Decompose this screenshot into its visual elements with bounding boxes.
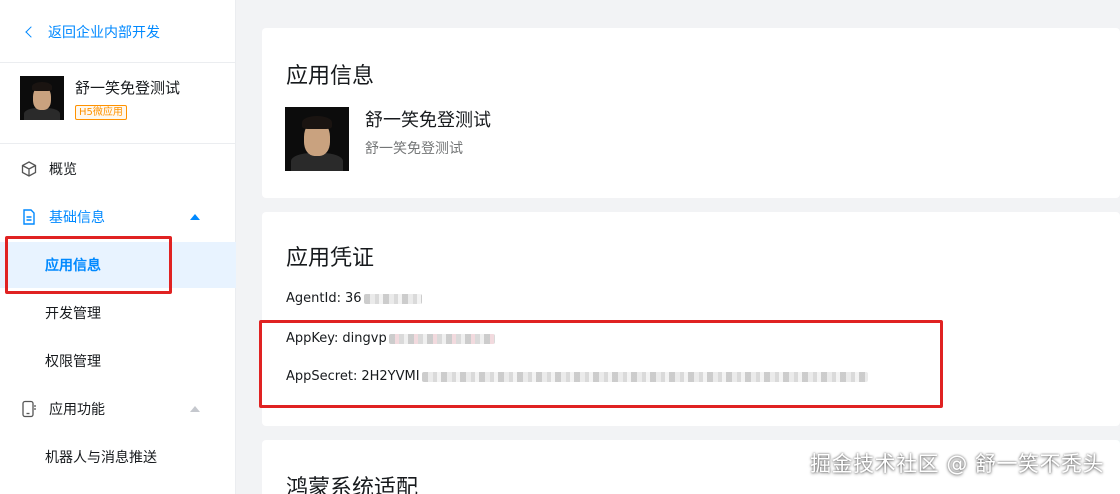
sidebar-item-bot-message-push[interactable]: 机器人与消息推送 [0, 434, 236, 480]
agent-id-value: 36 [344, 291, 362, 306]
cube-icon [21, 161, 37, 177]
app-avatar [20, 76, 64, 120]
agent-id-label: AgentId: [286, 291, 341, 306]
sidebar-divider [0, 62, 236, 63]
caret-up-icon[interactable] [190, 214, 200, 220]
sidebar-item-label: 基础信息 [49, 210, 105, 226]
app-secret-row: AppSecret: 2H2YVMI [286, 369, 868, 384]
app-info-title: 应用信息 [286, 64, 375, 89]
app-info-avatar [285, 107, 349, 171]
app-secret-value: 2H2YVMI [361, 369, 420, 384]
sidebar-item-basic-info[interactable]: 基础信息 [0, 194, 236, 240]
sidebar-item-dev-management[interactable]: 开发管理 [0, 290, 236, 336]
harmony-title: 鸿蒙系统适配 [286, 476, 419, 494]
chevron-left-icon [24, 20, 34, 44]
app-secret-label: AppSecret: [286, 369, 358, 384]
watermark-text: 掘金技术社区 @ 舒一笑不秃头 [810, 452, 1104, 476]
sidebar-app-name: 舒一笑免登测试 [75, 79, 181, 97]
sidebar-divider [0, 143, 236, 144]
sidebar-item-label: 应用功能 [49, 402, 105, 418]
phone-app-icon [22, 400, 36, 418]
app-key-value: dingvp [342, 331, 387, 346]
agent-id-row: AgentId: 36 [286, 291, 422, 306]
sidebar-item-label: 应用信息 [45, 258, 101, 274]
sidebar-item-app-info[interactable]: 应用信息 [0, 242, 236, 288]
sidebar-item-label: 概览 [49, 162, 77, 178]
sidebar-item-app-features[interactable]: 应用功能 [0, 386, 236, 432]
app-key-row: AppKey: dingvp [286, 331, 495, 346]
credentials-card: 应用凭证 AgentId: 36 AppKey: dingvp AppSecre… [262, 212, 1120, 426]
redacted-blur [363, 293, 422, 304]
credentials-title: 应用凭证 [286, 246, 375, 271]
app-info-description: 舒一笑免登测试 [365, 141, 463, 157]
caret-up-icon[interactable] [190, 406, 200, 412]
redacted-blur [388, 333, 495, 344]
document-icon [23, 209, 35, 225]
sidebar-item-permission-management[interactable]: 权限管理 [0, 338, 236, 384]
app-info-name: 舒一笑免登测试 [365, 110, 491, 131]
app-key-label: AppKey: [286, 331, 339, 346]
back-to-internal-dev-link[interactable]: 返回企业内部开发 [24, 20, 160, 44]
sidebar-app-header: 舒一笑免登测试 H5微应用 [20, 76, 180, 120]
sidebar-item-label: 开发管理 [45, 306, 101, 322]
app-type-badge: H5微应用 [75, 105, 127, 120]
sidebar: 返回企业内部开发 舒一笑免登测试 H5微应用 概览 基础信息 应用信息 开发管理… [0, 0, 236, 494]
redacted-blur [421, 371, 868, 382]
sidebar-item-label: 权限管理 [45, 354, 101, 370]
sidebar-item-label: 机器人与消息推送 [45, 450, 157, 466]
app-info-card: 应用信息 舒一笑免登测试 舒一笑免登测试 [262, 28, 1120, 198]
back-link-label: 返回企业内部开发 [48, 25, 160, 41]
sidebar-item-overview[interactable]: 概览 [0, 146, 236, 192]
